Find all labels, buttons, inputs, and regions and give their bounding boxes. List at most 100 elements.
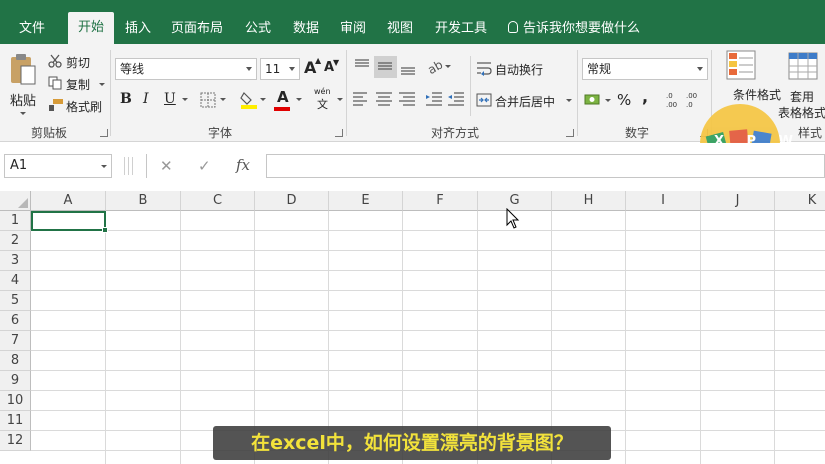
grid-column-line xyxy=(700,211,701,464)
merge-dropdown-icon[interactable] xyxy=(566,99,572,102)
fill-color-dropdown-icon[interactable] xyxy=(260,98,266,101)
underline-button[interactable]: U xyxy=(164,91,176,107)
row-header-6[interactable]: 6 xyxy=(0,311,31,331)
font-color-button[interactable]: A xyxy=(277,88,289,106)
phonetic-dropdown-icon[interactable] xyxy=(337,98,343,101)
format-as-table-button[interactable]: 表格格式 xyxy=(778,104,825,121)
lightbulb-icon xyxy=(508,21,518,33)
column-header-i[interactable]: I xyxy=(626,191,701,211)
number-group-label: 数字 xyxy=(624,126,649,140)
row-header-4[interactable]: 4 xyxy=(0,271,31,291)
clipboard-launcher-icon[interactable] xyxy=(100,129,108,137)
format-painter-button[interactable]: 格式刷 xyxy=(66,98,102,115)
comma-button[interactable]: , xyxy=(642,87,648,106)
underline-dropdown-icon[interactable] xyxy=(182,98,188,101)
tab-home[interactable]: 开始 xyxy=(68,12,114,44)
tell-me-search[interactable]: 告诉我你想要做什么 xyxy=(508,14,640,44)
cancel-icon[interactable]: ✕ xyxy=(160,157,173,175)
tab-insert[interactable]: 插入 xyxy=(116,14,160,44)
fill-handle[interactable] xyxy=(102,227,108,233)
column-header-h[interactable]: H xyxy=(552,191,626,211)
column-header-j[interactable]: J xyxy=(701,191,775,211)
accounting-format-icon[interactable] xyxy=(584,92,604,108)
conditional-format-button[interactable]: 条件格式 xyxy=(733,86,781,103)
number-format-value: 常规 xyxy=(587,62,612,76)
borders-icon[interactable] xyxy=(200,92,216,108)
phonetic-button[interactable]: 文 xyxy=(317,96,328,112)
vertical-align-buttons[interactable] xyxy=(351,56,423,78)
row-header-3[interactable]: 3 xyxy=(0,251,31,271)
borders-dropdown-icon[interactable] xyxy=(220,98,226,101)
grid-row-line xyxy=(31,270,825,271)
styles-group-label: 样式 xyxy=(797,126,822,140)
name-box-value: A1 xyxy=(10,158,28,173)
row-header-2[interactable]: 2 xyxy=(0,231,31,251)
row-header-8[interactable]: 8 xyxy=(0,351,31,371)
tab-developer[interactable]: 开发工具 xyxy=(426,14,496,44)
indent-buttons[interactable] xyxy=(424,90,468,108)
column-header-d[interactable]: D xyxy=(255,191,329,211)
percent-button[interactable]: % xyxy=(617,91,631,109)
chevron-down-icon xyxy=(697,67,703,71)
group-divider xyxy=(577,50,578,136)
number-format-select[interactable]: 常规 xyxy=(582,58,708,80)
tab-page-layout[interactable]: 页面布局 xyxy=(164,14,230,44)
tab-view[interactable]: 视图 xyxy=(378,14,422,44)
paste-icon[interactable] xyxy=(8,52,38,88)
merge-center-button[interactable]: 合并后居中 xyxy=(495,93,555,110)
font-name-select[interactable]: 等线 xyxy=(115,58,257,80)
tab-data[interactable]: 数据 xyxy=(284,14,328,44)
copy-dropdown-icon[interactable] xyxy=(99,83,105,86)
row-header-10[interactable]: 10 xyxy=(0,391,31,411)
fill-color-icon[interactable] xyxy=(240,90,258,110)
grid-row-line xyxy=(31,230,825,231)
copy-button[interactable]: 复制 xyxy=(66,76,90,93)
decimal-buttons-icon[interactable]: .0 .00 .00 .0 xyxy=(665,90,705,110)
formula-input[interactable] xyxy=(266,154,825,178)
tab-review[interactable]: 审阅 xyxy=(332,14,374,44)
column-header-c[interactable]: C xyxy=(181,191,255,211)
format-as-table-line1[interactable]: 套用 xyxy=(790,88,814,105)
alignment-launcher-icon[interactable] xyxy=(566,129,574,137)
grid-row-line xyxy=(31,330,825,331)
row-header-7[interactable]: 7 xyxy=(0,331,31,351)
cut-button[interactable]: 剪切 xyxy=(66,54,90,71)
row-header-9[interactable]: 9 xyxy=(0,371,31,391)
row-header-1[interactable]: 1 xyxy=(0,211,31,231)
column-header-k[interactable]: K xyxy=(775,191,825,211)
font-group-label: 字体 xyxy=(207,126,232,140)
column-header-e[interactable]: E xyxy=(329,191,403,211)
grid-column-line xyxy=(180,211,181,464)
paste-label[interactable]: 粘贴 xyxy=(10,90,36,109)
bold-button[interactable]: B xyxy=(120,91,132,107)
column-header-f[interactable]: F xyxy=(403,191,478,211)
font-launcher-icon[interactable] xyxy=(335,129,343,137)
select-all-button[interactable] xyxy=(0,191,31,211)
orientation-icon[interactable]: ab xyxy=(426,58,452,76)
active-cell-a1[interactable] xyxy=(31,211,108,233)
font-color-dropdown-icon[interactable] xyxy=(296,98,302,101)
tab-file[interactable]: 文件 xyxy=(6,14,58,44)
formula-divider xyxy=(132,157,133,175)
row-header-11[interactable]: 11 xyxy=(0,411,31,431)
name-box[interactable]: A1 xyxy=(4,154,112,178)
paste-dropdown-icon[interactable] xyxy=(20,112,26,115)
font-size-value: 11 xyxy=(265,62,281,76)
enter-icon[interactable]: ✓ xyxy=(198,157,211,175)
column-header-b[interactable]: B xyxy=(106,191,181,211)
row-header-5[interactable]: 5 xyxy=(0,291,31,311)
font-size-select[interactable]: 11 xyxy=(260,58,300,80)
wrap-text-button[interactable]: 自动换行 xyxy=(495,61,543,78)
svg-text:.00: .00 xyxy=(686,92,697,100)
accounting-dropdown-icon[interactable] xyxy=(605,99,611,102)
row-header-12[interactable]: 12 xyxy=(0,431,31,451)
insert-function-button[interactable]: fx xyxy=(236,156,250,174)
tab-formulas[interactable]: 公式 xyxy=(236,14,280,44)
horizontal-align-buttons[interactable] xyxy=(351,90,417,108)
column-header-a[interactable]: A xyxy=(31,191,106,211)
svg-text:.00: .00 xyxy=(666,101,677,109)
phonetic-pinyin: wén xyxy=(314,87,331,96)
chevron-down-icon[interactable] xyxy=(101,165,107,168)
italic-button[interactable]: I xyxy=(143,91,149,107)
svg-text:.0: .0 xyxy=(666,92,673,100)
